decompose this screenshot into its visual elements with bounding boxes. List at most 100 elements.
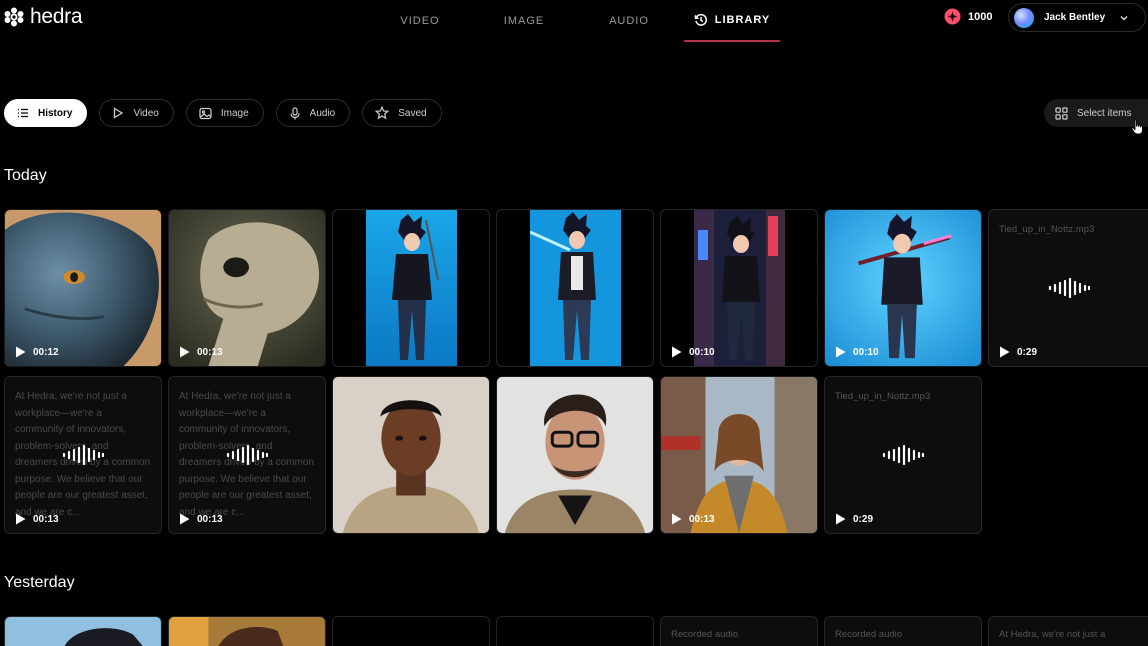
play-control[interactable]: 00:13 [671,513,715,525]
image-card-man-portrait[interactable] [332,376,490,534]
media-card-beige-alien[interactable]: 00:13 [168,209,326,367]
media-card-blue-alien[interactable]: 00:12 [4,209,162,367]
media-card-recorded-audio-1[interactable]: Recorded audio [660,616,818,646]
media-card-anime-portrait-2[interactable] [496,209,654,367]
filter-image[interactable]: Image [185,99,264,127]
hand-cursor-icon [1131,119,1143,135]
user-menu[interactable]: Jack Bentley [1008,3,1146,32]
media-card-yesterday-4[interactable] [496,616,654,646]
play-control[interactable]: 00:12 [15,346,59,358]
grid-icon [1055,106,1068,120]
select-items-label: Select items [1077,107,1132,119]
filter-audio-label: Audio [309,107,336,119]
filter-video-label: Video [133,107,159,119]
tab-audio[interactable]: AUDIO [580,0,678,42]
media-card-text-2[interactable]: At Hedra, we're not just a workplace—we'… [168,376,326,534]
woman-street-thumbnail [661,377,817,533]
play-control[interactable]: 0:29 [835,513,873,525]
duration-label: 00:10 [689,346,715,358]
man-with-glasses-thumbnail [497,377,653,533]
image-card-man-glasses[interactable] [496,376,654,534]
play-icon [836,346,846,358]
media-card-yesterday-3[interactable] [332,616,490,646]
filter-bar: History Video Image Audio Saved [4,99,442,127]
hedra-logo-icon [4,7,24,27]
audio-label: Recorded audio [671,629,739,640]
user-name: Jack Bentley [1044,12,1106,23]
anime-character-thumbnail [366,210,457,366]
beige-alien-thumbnail [169,210,325,366]
top-bar: hedra VIDEO IMAGE AUDIO LIBRARY 1000 Jac… [0,0,1148,44]
waveform-icon [226,445,268,465]
script-text: At Hedra, we're not just a [999,629,1106,640]
tab-video[interactable]: VIDEO [372,0,468,42]
image-icon [199,107,212,119]
play-control[interactable]: 00:13 [179,513,223,525]
filter-history[interactable]: History [4,99,88,127]
chevron-down-icon [1120,15,1128,20]
audio-filename: Tied_up_in_Nottz.mp3 [835,391,931,402]
image-thumbnail [5,617,161,646]
anime-character-thumbnail [530,210,621,366]
brand-name: hedra [30,5,83,28]
tab-library[interactable]: LIBRARY [684,0,780,42]
media-card-anime-neon-city[interactable]: 00:10 [660,209,818,367]
play-control[interactable]: 00:10 [671,346,715,358]
man-portrait-thumbnail [333,377,489,533]
media-card-yesterday-1[interactable] [4,616,162,646]
list-icon [18,108,28,118]
filter-saved[interactable]: Saved [362,99,442,127]
play-icon [836,513,846,525]
media-card-woman-street[interactable]: 00:13 [660,376,818,534]
waveform-icon [62,445,104,465]
play-icon [180,346,190,358]
play-control[interactable]: 00:13 [179,346,223,358]
filter-video[interactable]: Video [99,99,174,127]
play-icon [1000,346,1010,358]
media-card-text-1[interactable]: At Hedra, we're not just a workplace—we'… [4,376,162,534]
audio-filename: Tied_up_in_Nottz.mp3 [999,224,1095,235]
media-card-anime-portrait-1[interactable] [332,209,490,367]
mic-icon [290,106,300,119]
media-card-yesterday-2[interactable] [168,616,326,646]
media-card-text-yesterday[interactable]: At Hedra, we're not just a [988,616,1148,646]
anime-neon-city-thumbnail [694,210,785,366]
play-control[interactable]: 00:13 [15,513,59,525]
media-card-audio-2[interactable]: Tied_up_in_Nottz.mp3 0:29 [824,376,982,534]
section-title-yesterday: Yesterday [4,574,75,591]
history-icon [694,13,707,26]
credit-gem-icon [944,8,961,25]
waveform-icon [882,445,924,465]
tab-image[interactable]: IMAGE [468,0,580,42]
tab-video-label: VIDEO [400,15,440,27]
duration-label: 0:29 [1017,346,1038,358]
media-card-recorded-audio-2[interactable]: Recorded audio [824,616,982,646]
play-control[interactable]: 00:10 [835,346,879,358]
play-icon [672,513,682,525]
credits-count: 1000 [968,10,993,23]
play-icon [672,346,682,358]
duration-label: 0:29 [853,513,874,525]
star-icon [375,106,390,120]
filter-image-label: Image [220,107,249,119]
filter-audio[interactable]: Audio [275,99,351,127]
duration-label: 00:13 [689,513,715,525]
duration-label: 00:12 [33,346,59,358]
tab-audio-label: AUDIO [609,15,649,27]
media-card-audio-1[interactable]: Tied_up_in_Nottz.mp3 0:29 [988,209,1148,367]
avatar [1014,7,1034,28]
media-card-anime-blue-bg[interactable]: 00:10 [824,209,982,367]
tab-image-label: IMAGE [503,15,545,27]
play-icon [114,107,124,119]
duration-label: 00:13 [33,513,59,525]
credits-counter[interactable]: 1000 [944,8,992,25]
section-title-today: Today [4,167,47,184]
filter-history-label: History [38,107,73,119]
play-icon [16,346,26,358]
duration-label: 00:10 [853,346,879,358]
duration-label: 00:13 [197,513,223,525]
brand-logo[interactable]: hedra [4,5,83,29]
filter-saved-label: Saved [398,107,427,119]
anime-character-thumbnail [825,210,981,366]
play-control[interactable]: 0:29 [999,346,1037,358]
